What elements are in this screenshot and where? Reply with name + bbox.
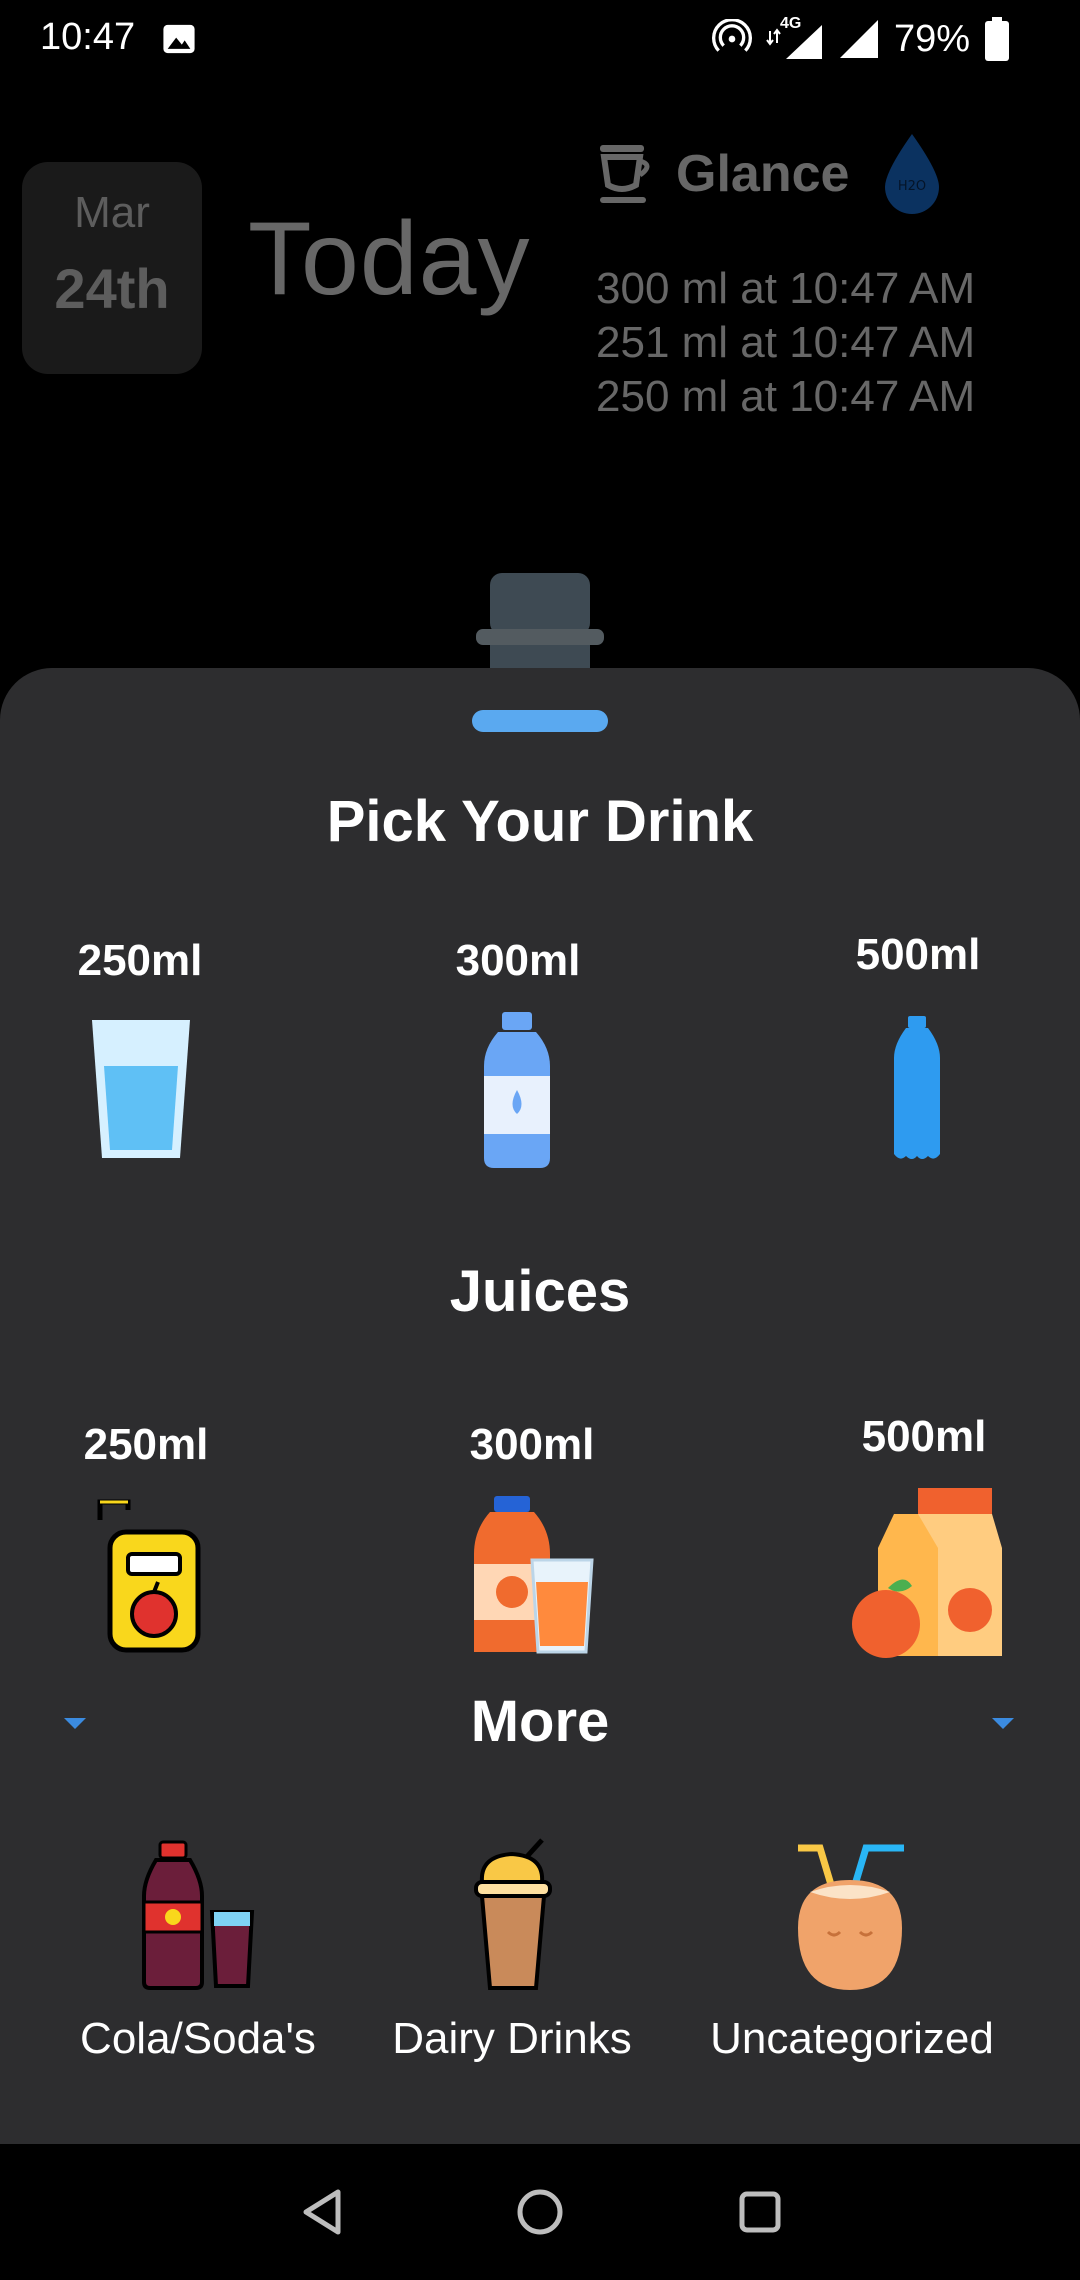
glance-header: Glance H2O [596, 132, 945, 216]
category-dairy-label[interactable]: Dairy Drinks [352, 2014, 672, 2064]
cell-signal-icon [839, 20, 878, 58]
juice-250-label[interactable]: 250ml [36, 1420, 256, 1470]
water-bottle-icon[interactable] [482, 1010, 552, 1170]
navigation-bar [0, 2144, 1080, 2280]
signal-icon [766, 25, 822, 59]
recents-icon[interactable] [732, 2184, 788, 2240]
status-right: 4G 79% [711, 14, 1010, 64]
battery-percent: 79% [893, 17, 970, 60]
expand-right-icon[interactable] [992, 1718, 1014, 1729]
orange-juice-bottle-icon[interactable] [470, 1494, 596, 1656]
tall-bottle-icon[interactable] [890, 1014, 944, 1164]
header: Mar 24th Today Glance H2O 300 ml at 10:4… [0, 80, 1080, 683]
juice-box-icon[interactable] [92, 1496, 204, 1654]
status-bar: 10:47 4G 79% [0, 0, 1080, 80]
sheet-title: Pick Your Drink [326, 789, 754, 854]
cola-icon[interactable] [140, 1840, 256, 1990]
water-drop-icon: H2O [885, 134, 940, 214]
log-entry: 300 ml at 10:47 AM [596, 264, 976, 313]
category-cola-label[interactable]: Cola/Soda's [38, 2014, 358, 2064]
bottle-cap-icon [476, 573, 604, 683]
orange-carton-icon[interactable] [848, 1486, 1006, 1658]
network-type: 4G [766, 15, 824, 61]
water-500-label[interactable]: 500ml [808, 930, 1028, 980]
juice-300-label[interactable]: 300ml [422, 1420, 642, 1470]
water-glass-icon[interactable] [88, 1016, 194, 1162]
today-title: Today [248, 201, 531, 317]
log-entry: 251 ml at 10:47 AM [596, 318, 976, 367]
date-month: Mar [74, 188, 150, 237]
hotspot-icon [711, 19, 752, 52]
status-time: 10:47 [40, 16, 136, 58]
glance-title: Glance [676, 145, 850, 203]
water-drop-label: H2O [898, 179, 926, 194]
home-icon[interactable] [512, 2184, 568, 2240]
drink-picker-sheet: Pick Your Drink 250ml 300ml 500ml Juices… [0, 668, 1080, 2144]
sheet-drag-handle[interactable] [472, 710, 608, 732]
date-card[interactable]: Mar 24th [22, 162, 202, 374]
juice-500-label[interactable]: 500ml [814, 1412, 1034, 1462]
category-uncategorized-label[interactable]: Uncategorized [692, 2014, 1012, 2064]
log-entry: 250 ml at 10:47 AM [596, 372, 976, 421]
milkshake-icon[interactable] [472, 1838, 554, 1994]
date-day: 24th [54, 257, 170, 320]
battery-icon [985, 17, 1009, 61]
more-title: More [470, 1689, 610, 1754]
back-icon[interactable] [294, 2184, 350, 2240]
water-250-label[interactable]: 250ml [30, 936, 250, 986]
coconut-icon[interactable] [790, 1840, 910, 1994]
water-300-label[interactable]: 300ml [408, 936, 628, 986]
gallery-icon [163, 24, 195, 54]
cup-icon [600, 145, 650, 203]
glance-log: 300 ml at 10:47 AM 251 ml at 10:47 AM 25… [596, 262, 975, 424]
juices-title: Juices [449, 1259, 631, 1324]
